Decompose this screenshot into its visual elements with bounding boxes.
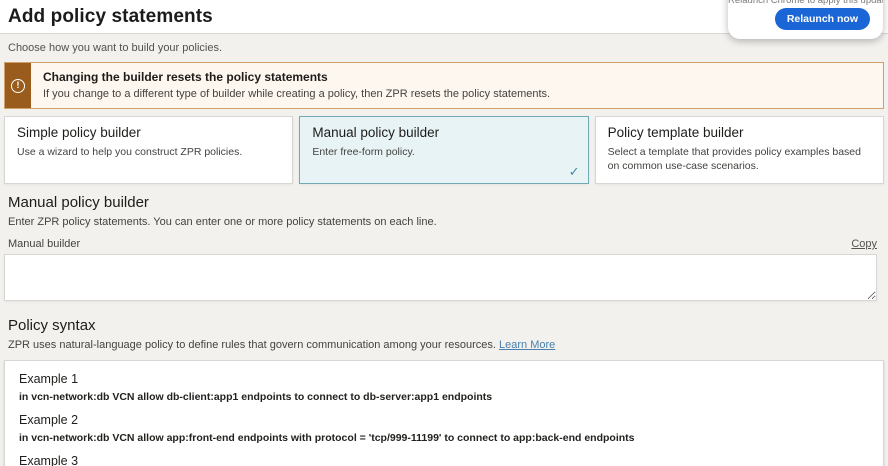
relaunch-message: Relaunch Chrome to apply this update — [728, 0, 883, 6]
card-policy-template-builder[interactable]: Policy template builder Select a templat… — [595, 116, 884, 184]
selected-check-icon: ✓ — [569, 164, 580, 180]
policy-syntax-heading: Policy syntax — [8, 317, 884, 334]
browser-relaunch-popup: Relaunch Chrome to apply this update Rel… — [728, 0, 883, 39]
copy-link[interactable]: Copy — [851, 238, 877, 250]
policy-syntax-description-text: ZPR uses natural-language policy to defi… — [8, 339, 496, 351]
warning-banner-accent: ! — [5, 63, 31, 108]
card-title: Policy template builder — [608, 125, 871, 140]
manual-builder-heading: Manual policy builder — [8, 194, 884, 211]
card-description: Use a wizard to help you construct ZPR p… — [17, 145, 280, 159]
manual-builder-label: Manual builder — [8, 238, 80, 250]
exclamation-circle-icon: ! — [11, 79, 25, 93]
relaunch-now-button[interactable]: Relaunch now — [775, 8, 870, 30]
content-area: Choose how you want to build your polici… — [0, 34, 888, 466]
builder-cards-row: Simple policy builder Use a wizard to he… — [4, 116, 884, 184]
warning-banner: ! Changing the builder resets the policy… — [4, 62, 884, 109]
card-manual-policy-builder[interactable]: Manual policy builder Enter free-form po… — [299, 116, 588, 184]
example-label: Example 3 — [19, 454, 869, 466]
learn-more-link[interactable]: Learn More — [499, 339, 555, 351]
warning-banner-title: Changing the builder resets the policy s… — [43, 70, 550, 84]
warning-banner-body: If you change to a different type of bui… — [43, 88, 550, 100]
card-title: Simple policy builder — [17, 125, 280, 140]
example-label: Example 1 — [19, 372, 869, 386]
manual-builder-field-row: Manual builder Copy — [8, 238, 877, 250]
build-policies-subtitle: Choose how you want to build your polici… — [8, 42, 884, 54]
warning-banner-text: Changing the builder resets the policy s… — [31, 63, 560, 108]
example-statement: in vcn-network:db VCN allow app:front-en… — [19, 432, 869, 444]
card-description: Select a template that provides policy e… — [608, 145, 871, 173]
card-title: Manual policy builder — [312, 125, 575, 140]
example-statement: in vcn-network:db VCN allow db-client:ap… — [19, 391, 869, 403]
policy-examples-box: Example 1 in vcn-network:db VCN allow db… — [4, 360, 884, 466]
example-label: Example 2 — [19, 413, 869, 427]
card-simple-policy-builder[interactable]: Simple policy builder Use a wizard to he… — [4, 116, 293, 184]
manual-builder-description: Enter ZPR policy statements. You can ent… — [8, 216, 884, 228]
card-description: Enter free-form policy. — [312, 145, 575, 159]
manual-builder-textarea[interactable] — [4, 254, 877, 301]
policy-syntax-description: ZPR uses natural-language policy to defi… — [8, 339, 884, 351]
